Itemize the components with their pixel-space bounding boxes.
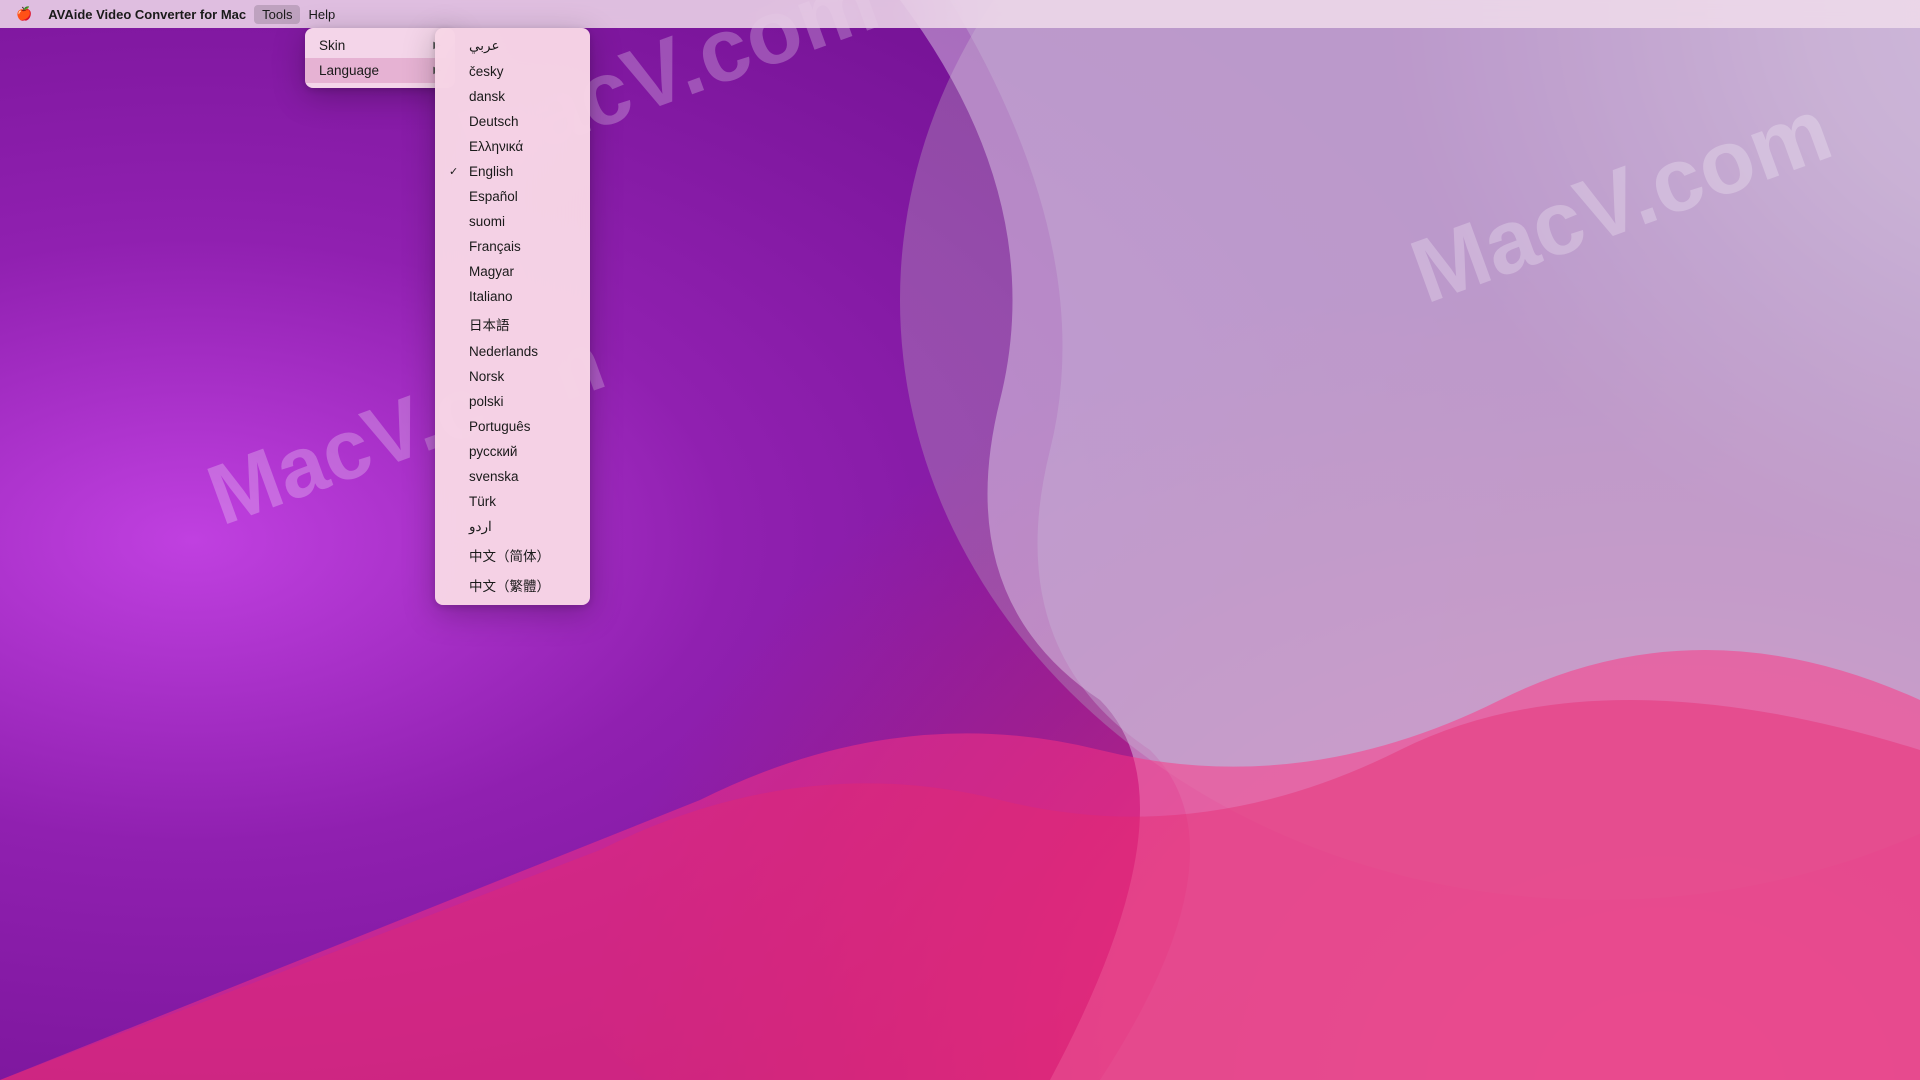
polish-label: polski	[469, 394, 576, 409]
wallpaper	[0, 0, 1920, 1080]
lang-russian[interactable]: русский	[435, 439, 590, 464]
chinese-simplified-label: 中文（简体）	[469, 545, 576, 565]
lang-french[interactable]: Français	[435, 234, 590, 259]
lang-czech[interactable]: česky	[435, 59, 590, 84]
lang-greek[interactable]: Ελληνικά	[435, 134, 590, 159]
menubar: 🍎 AVAide Video Converter for Mac Tools H…	[0, 0, 1920, 28]
turkish-label: Türk	[469, 494, 576, 509]
lang-japanese[interactable]: 日本語	[435, 309, 590, 339]
lang-turkish[interactable]: Türk	[435, 489, 590, 514]
japanese-label: 日本語	[469, 314, 576, 334]
danish-label: dansk	[469, 89, 576, 104]
lang-norwegian[interactable]: Norsk	[435, 364, 590, 389]
swedish-label: svenska	[469, 469, 576, 484]
french-label: Français	[469, 239, 576, 254]
chinese-traditional-label: 中文（繁體）	[469, 575, 576, 595]
greek-label: Ελληνικά	[469, 139, 576, 154]
lang-spanish[interactable]: Español	[435, 184, 590, 209]
urdu-label: اردو	[469, 519, 576, 535]
portuguese-label: Português	[469, 419, 576, 434]
help-menu[interactable]: Help	[300, 5, 343, 24]
lang-dutch[interactable]: Nederlands	[435, 339, 590, 364]
lang-english[interactable]: English	[435, 159, 590, 184]
lang-swedish[interactable]: svenska	[435, 464, 590, 489]
lang-chinese-traditional[interactable]: 中文（繁體）	[435, 570, 590, 600]
skin-menu-item[interactable]: Skin ▶	[305, 33, 455, 58]
english-check	[449, 165, 463, 178]
lang-chinese-simplified[interactable]: 中文（简体）	[435, 540, 590, 570]
app-name-menu[interactable]: AVAide Video Converter for Mac	[40, 5, 254, 24]
language-menu-item[interactable]: Language ▶	[305, 58, 455, 83]
hungarian-label: Magyar	[469, 264, 576, 279]
tools-menu[interactable]: Tools	[254, 5, 300, 24]
skin-label: Skin	[319, 38, 345, 53]
language-label: Language	[319, 63, 379, 78]
lang-finnish[interactable]: suomi	[435, 209, 590, 234]
english-label: English	[469, 164, 576, 179]
italian-label: Italiano	[469, 289, 576, 304]
spanish-label: Español	[469, 189, 576, 204]
german-label: Deutsch	[469, 114, 576, 129]
lang-urdu[interactable]: اردو	[435, 514, 590, 540]
finnish-label: suomi	[469, 214, 576, 229]
lang-arabic[interactable]: عربي	[435, 33, 590, 59]
lang-danish[interactable]: dansk	[435, 84, 590, 109]
language-submenu: عربي česky dansk Deutsch Ελληνικά Englis…	[435, 28, 590, 605]
lang-polish[interactable]: polski	[435, 389, 590, 414]
russian-label: русский	[469, 444, 576, 459]
lang-hungarian[interactable]: Magyar	[435, 259, 590, 284]
lang-german[interactable]: Deutsch	[435, 109, 590, 134]
dutch-label: Nederlands	[469, 344, 576, 359]
lang-portuguese[interactable]: Português	[435, 414, 590, 439]
czech-label: česky	[469, 64, 576, 79]
tools-dropdown: Skin ▶ Language ▶	[305, 28, 455, 88]
apple-menu[interactable]: 🍎	[8, 4, 40, 24]
lang-italian[interactable]: Italiano	[435, 284, 590, 309]
arabic-label: عربي	[469, 38, 576, 54]
norwegian-label: Norsk	[469, 369, 576, 384]
